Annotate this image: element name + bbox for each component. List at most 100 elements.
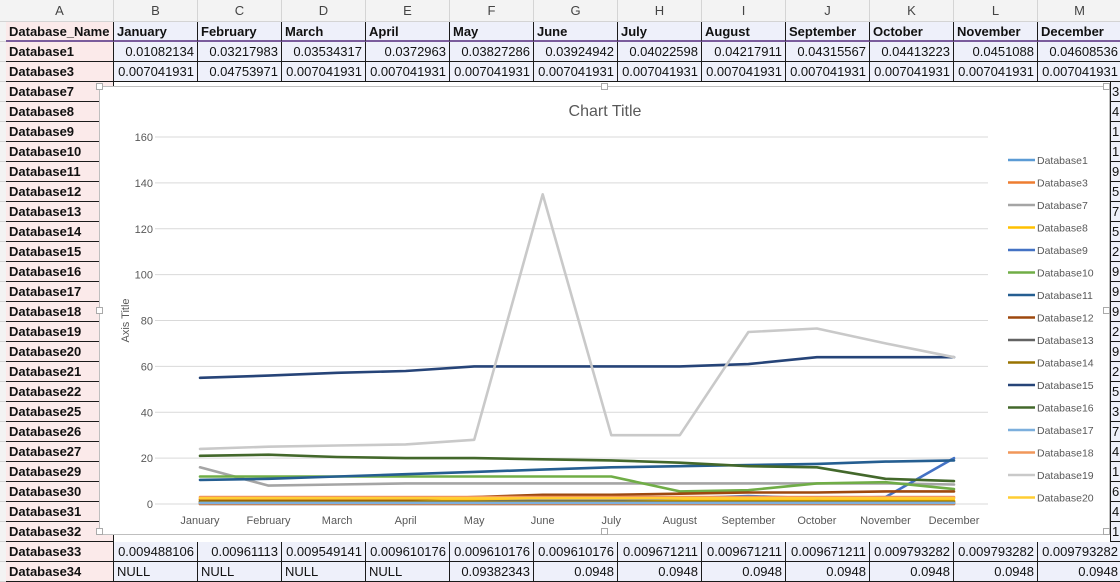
data-cell[interactable]: 0.009793282 [870,542,954,562]
data-cell[interactable]: September [786,22,870,42]
data-cell-partial[interactable]: 5 [1110,222,1120,242]
resize-handle[interactable] [1103,307,1110,314]
row-name-cell[interactable]: Database19 [6,322,114,342]
column-header-m[interactable]: M [1038,0,1120,22]
resize-handle[interactable] [96,528,103,535]
data-cell[interactable]: 0.03534317 [282,42,366,62]
row-name-cell[interactable]: Database14 [6,222,114,242]
data-cell[interactable]: December [1038,22,1120,42]
data-cell[interactable]: 0.04022598 [618,42,702,62]
data-cell[interactable]: 0.009793282 [1038,542,1120,562]
data-cell-partial[interactable]: 3 [1110,402,1120,422]
data-cell[interactable]: 0.04608536 [1038,42,1120,62]
data-cell[interactable]: 0.04753971 [198,62,282,82]
data-cell[interactable]: August [702,22,786,42]
row-name-cell[interactable]: Database20 [6,342,114,362]
data-cell-partial[interactable]: 5 [1110,382,1120,402]
data-cell[interactable]: 0.09382343 [450,562,534,582]
row-name-cell[interactable]: Database29 [6,462,114,482]
data-cell-partial[interactable]: 1 [1110,122,1120,142]
data-cell[interactable]: 0.03217983 [198,42,282,62]
data-cell[interactable]: 0.007041931 [114,62,198,82]
data-cell-partial[interactable]: 1 [1110,142,1120,162]
column-header-h[interactable]: H [618,0,702,22]
data-cell[interactable]: 0.01082134 [114,42,198,62]
row-name-cell[interactable]: Database17 [6,282,114,302]
data-cell[interactable]: 0.007041931 [954,62,1038,82]
data-cell-partial[interactable]: 6 [1110,482,1120,502]
data-cell[interactable]: October [870,22,954,42]
data-cell[interactable]: 0.009671211 [786,542,870,562]
data-cell[interactable]: 0.0948 [618,562,702,582]
resize-handle[interactable] [1103,528,1110,535]
column-header-g[interactable]: G [534,0,618,22]
data-cell[interactable]: 0.04413223 [870,42,954,62]
data-cell[interactable]: 0.0948 [954,562,1038,582]
row-name-cell[interactable]: Database15 [6,242,114,262]
data-cell[interactable]: 0.0451088 [954,42,1038,62]
data-cell-partial[interactable]: 1 [1110,462,1120,482]
row-name-cell[interactable]: Database10 [6,142,114,162]
data-cell[interactable]: 0.0948 [870,562,954,582]
data-cell[interactable]: 0.009671211 [702,542,786,562]
row-name-cell[interactable]: Database27 [6,442,114,462]
row-name-cell[interactable]: Database13 [6,202,114,222]
resize-handle[interactable] [1103,83,1110,90]
row-name-cell[interactable]: Database16 [6,262,114,282]
data-cell[interactable]: March [282,22,366,42]
row-name-cell[interactable]: Database12 [6,182,114,202]
column-header-b[interactable]: B [114,0,198,22]
row-name-cell[interactable]: Database25 [6,402,114,422]
data-cell-partial[interactable]: 4 [1110,442,1120,462]
column-header-k[interactable]: K [870,0,954,22]
line-chart[interactable]: Chart Title020406080100120140160Axis Tit… [99,86,1110,535]
data-cell[interactable]: 0.009549141 [282,542,366,562]
column-header-c[interactable]: C [198,0,282,22]
data-cell[interactable]: 0.03827286 [450,42,534,62]
data-cell[interactable]: 0.007041931 [618,62,702,82]
data-cell[interactable]: 0.007041931 [282,62,366,82]
data-cell-partial[interactable]: 9 [1110,282,1120,302]
data-cell[interactable]: 0.0948 [786,562,870,582]
data-cell-partial[interactable]: 7 [1110,422,1120,442]
data-cell[interactable]: 0.009671211 [618,542,702,562]
row-name-cell[interactable]: Database26 [6,422,114,442]
data-cell[interactable]: November [954,22,1038,42]
data-cell[interactable]: 0.007041931 [534,62,618,82]
data-cell-partial[interactable]: 9 [1110,342,1120,362]
data-cell[interactable]: April [366,22,450,42]
data-cell[interactable]: 0.0948 [534,562,618,582]
data-cell[interactable]: 0.009793282 [954,542,1038,562]
row-name-cell[interactable]: Database9 [6,122,114,142]
data-cell[interactable]: June [534,22,618,42]
data-cell[interactable]: 0.007041931 [450,62,534,82]
row-name-cell[interactable]: Database8 [6,102,114,122]
column-header-e[interactable]: E [366,0,450,22]
data-cell-partial[interactable]: 1 [1110,522,1120,542]
data-cell[interactable]: 0.03924942 [534,42,618,62]
data-cell[interactable]: NULL [198,562,282,582]
row-name-cell[interactable]: Database34 [6,562,114,582]
data-cell[interactable]: 0.009610176 [534,542,618,562]
data-cell[interactable]: 0.04217911 [702,42,786,62]
row-name-cell[interactable]: Database_Name [6,22,114,42]
data-cell[interactable]: 0.009610176 [450,542,534,562]
row-name-cell[interactable]: Database30 [6,482,114,502]
data-cell[interactable]: NULL [282,562,366,582]
data-cell[interactable]: 0.00961113 [198,542,282,562]
row-name-cell[interactable]: Database1 [6,42,114,62]
resize-handle[interactable] [601,528,608,535]
row-name-cell[interactable]: Database33 [6,542,114,562]
data-cell[interactable]: NULL [114,562,198,582]
data-cell-partial[interactable]: 4 [1110,102,1120,122]
data-cell[interactable]: 0.0372963 [366,42,450,62]
column-header-l[interactable]: L [954,0,1038,22]
data-cell[interactable]: May [450,22,534,42]
column-header-j[interactable]: J [786,0,870,22]
resize-handle[interactable] [601,83,608,90]
row-name-cell[interactable]: Database3 [6,62,114,82]
data-cell[interactable]: 0.007041931 [786,62,870,82]
data-cell[interactable]: July [618,22,702,42]
resize-handle[interactable] [96,307,103,314]
data-cell[interactable]: 0.007041931 [870,62,954,82]
